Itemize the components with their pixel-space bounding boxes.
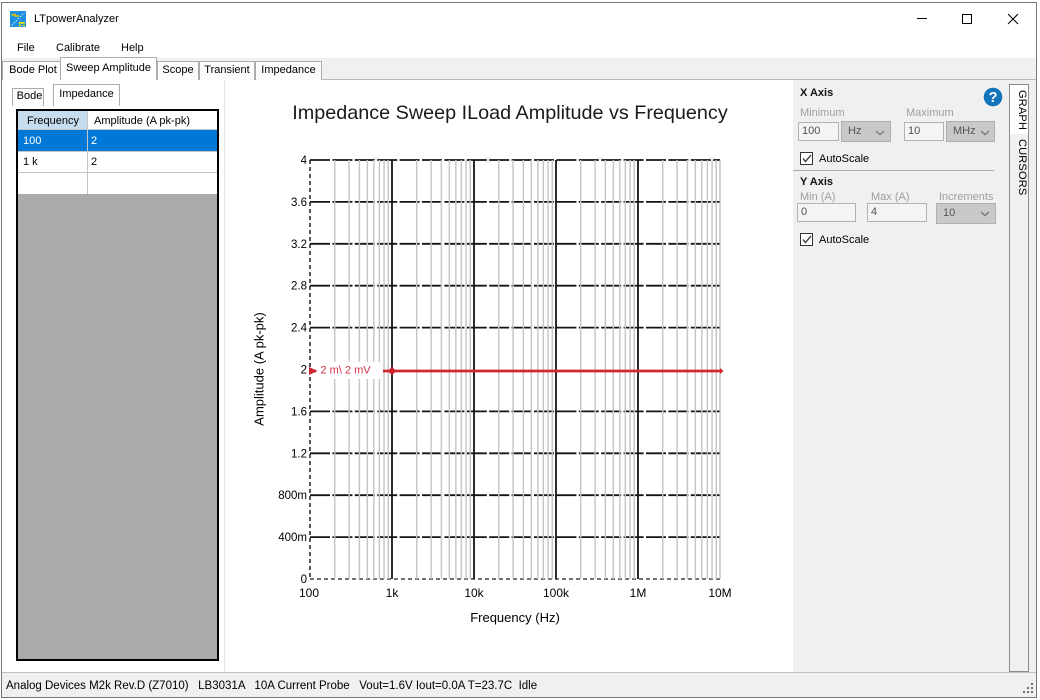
svg-text:1.2: 1.2 <box>291 448 307 460</box>
svg-text:10M: 10M <box>708 586 731 600</box>
svg-text:100: 100 <box>299 586 319 600</box>
svg-text:?: ? <box>989 90 998 106</box>
svg-text:Amplitude (A pk-pk): Amplitude (A pk-pk) <box>252 312 267 425</box>
svg-text:400m: 400m <box>278 532 307 544</box>
svg-text:2.4: 2.4 <box>291 323 308 335</box>
svg-text:Impedance Sweep ILoad Amplitud: Impedance Sweep ILoad Amplitude vs Frequ… <box>292 102 728 124</box>
svg-text:2 m\ 2 mV: 2 m\ 2 mV <box>321 365 372 377</box>
svg-text:3.2: 3.2 <box>291 239 307 251</box>
svg-text:Frequency (Hz): Frequency (Hz) <box>470 610 560 625</box>
svg-text:2.8: 2.8 <box>291 281 307 293</box>
svg-text:800m: 800m <box>278 490 307 502</box>
svg-text:1M: 1M <box>630 586 647 600</box>
svg-text:100k: 100k <box>543 586 570 600</box>
svg-text:1k: 1k <box>386 586 400 600</box>
svg-text:0: 0 <box>301 574 307 586</box>
svg-text:2: 2 <box>301 365 307 377</box>
svg-text:3.6: 3.6 <box>291 197 307 209</box>
svg-text:10k: 10k <box>464 586 484 600</box>
svg-text:4: 4 <box>301 155 308 167</box>
svg-text:1.6: 1.6 <box>291 406 307 418</box>
